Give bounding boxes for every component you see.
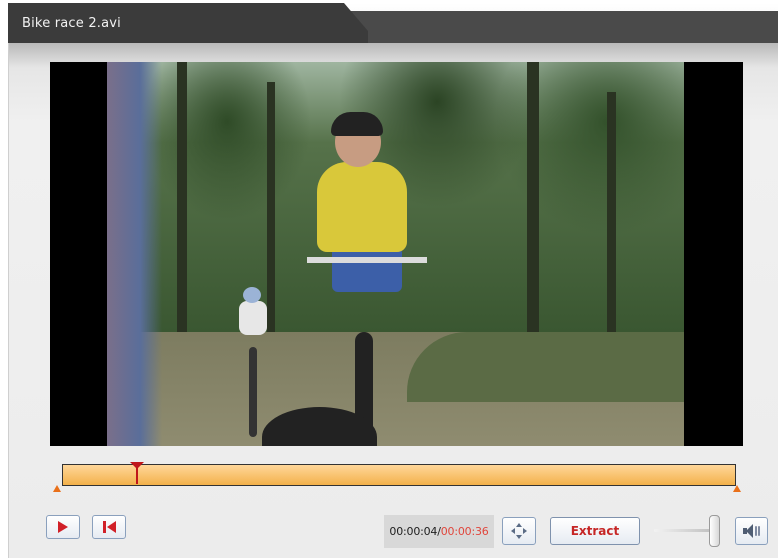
play-button[interactable] — [46, 515, 80, 539]
grass-bank — [407, 332, 684, 402]
extract-button[interactable]: Extract — [550, 517, 640, 545]
trim-start-marker[interactable] — [53, 485, 61, 492]
trim-end-marker[interactable] — [733, 485, 741, 492]
skip-to-start-icon — [102, 521, 116, 533]
play-icon — [58, 521, 68, 533]
volume-slider-thumb[interactable] — [709, 515, 720, 547]
window-title: Bike race 2.avi — [22, 16, 121, 31]
volume-slider-track[interactable] — [654, 529, 716, 532]
tree-trunk — [177, 62, 187, 342]
background-cyclist — [229, 287, 279, 437]
volume-button[interactable] — [735, 517, 768, 545]
video-frame-image — [107, 62, 684, 446]
tree-trunk — [527, 62, 539, 352]
fullscreen-button[interactable] — [502, 517, 536, 545]
skip-to-start-button[interactable] — [92, 515, 126, 539]
video-viewport[interactable] — [50, 62, 743, 446]
cyclist-shorts — [332, 247, 402, 292]
foreground-cyclist — [107, 62, 162, 446]
cyclist-jersey — [317, 162, 407, 252]
fullscreen-icon — [511, 523, 527, 539]
total-time: 00:00:36 — [440, 525, 489, 538]
tree-trunk — [607, 92, 616, 352]
handlebar — [307, 257, 427, 263]
title-tab: Bike race 2.avi — [8, 3, 368, 43]
timeline-track[interactable] — [62, 464, 736, 486]
speaker-icon — [742, 524, 761, 538]
cyclist-helmet — [331, 112, 383, 136]
playhead[interactable] — [129, 462, 144, 484]
current-time: 00:00:04 — [389, 525, 438, 538]
time-display: 00:00:04/00:00:36 — [384, 515, 494, 548]
